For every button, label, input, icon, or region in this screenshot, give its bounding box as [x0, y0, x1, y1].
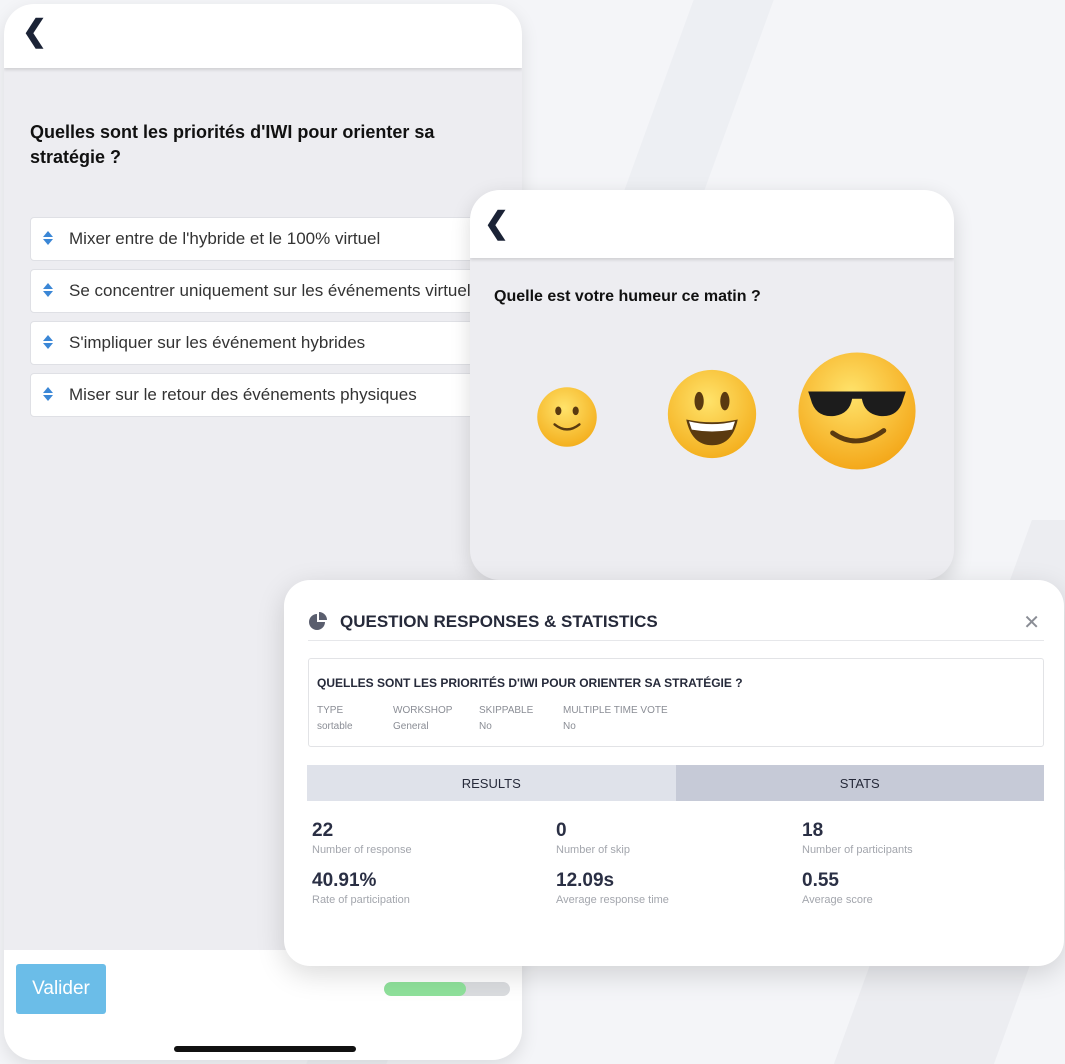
- mood-header: ❮: [470, 190, 954, 258]
- stat-average-score: 0.55 Average score: [802, 870, 873, 906]
- sortable-option[interactable]: S'impliquer sur les événement hybrides: [30, 321, 522, 365]
- back-chevron-icon[interactable]: ❮: [484, 206, 509, 241]
- stat-label: Number of participants: [802, 844, 913, 856]
- modal-title: QUESTION RESPONSES & STATISTICS: [340, 612, 658, 631]
- stat-value: 22: [312, 820, 334, 841]
- sort-handle-icon[interactable]: [43, 229, 53, 249]
- option-label: Se concentrer uniquement sur les événeme…: [69, 281, 480, 300]
- stat-label: Number of skip: [556, 844, 630, 856]
- meta-workshop: WORKSHOP General: [393, 703, 452, 735]
- stat-skips: 0 Number of skip: [556, 820, 630, 856]
- stat-value: 0: [556, 820, 567, 841]
- sortable-option[interactable]: Mixer entre de l'hybride et le 100% virt…: [30, 217, 522, 261]
- stat-label: Rate of participation: [312, 894, 410, 906]
- meta-key: TYPE: [317, 705, 344, 716]
- sortable-option[interactable]: Se concentrer uniquement sur les événeme…: [30, 269, 522, 313]
- question-title: QUELLES SONT LES PRIORITÉS D'IWI POUR OR…: [317, 676, 743, 690]
- sort-handle-icon[interactable]: [43, 333, 53, 353]
- stat-responses: 22 Number of response: [312, 820, 412, 856]
- meta-key: MULTIPLE TIME VOTE: [563, 705, 668, 716]
- stat-value: 0.55: [802, 870, 839, 891]
- sortable-option[interactable]: Miser sur le retour des événements physi…: [30, 373, 522, 417]
- meta-type: TYPE sortable: [317, 703, 353, 735]
- poll-footer: Valider: [4, 950, 522, 1060]
- meta-key: SKIPPABLE: [479, 705, 534, 716]
- option-label: S'impliquer sur les événement hybrides: [69, 333, 366, 352]
- progress-bar: [384, 982, 510, 996]
- stat-value: 40.91%: [312, 870, 377, 891]
- poll-question: Quelles sont les priorités d'IWI pour or…: [30, 122, 435, 167]
- meta-value: No: [563, 721, 576, 732]
- sunglasses-face-icon[interactable]: [796, 350, 918, 472]
- meta-key: WORKSHOP: [393, 705, 453, 716]
- stat-value: 18: [802, 820, 824, 841]
- question-info-box: QUELLES SONT LES PRIORITÉS D'IWI POUR OR…: [308, 658, 1044, 747]
- stat-participants: 18 Number of participants: [802, 820, 913, 856]
- stat-label: Average response time: [556, 894, 669, 906]
- home-indicator: [174, 1046, 356, 1052]
- results-stats-tabs: RESULTS STATS: [307, 765, 1044, 801]
- question-statistics-modal: QUESTION RESPONSES & STATISTICS ✕ QUELLE…: [284, 580, 1064, 966]
- meta-value: sortable: [317, 721, 353, 732]
- back-chevron-icon[interactable]: ❮: [22, 14, 47, 49]
- stat-participation-rate: 40.91% Rate of participation: [312, 870, 410, 906]
- submit-button[interactable]: Valider: [16, 964, 106, 1014]
- mood-question: Quelle est votre humeur ce matin ?: [494, 288, 761, 305]
- meta-value: General: [393, 721, 429, 732]
- stat-label: Number of response: [312, 844, 412, 856]
- close-icon[interactable]: ✕: [1023, 610, 1040, 635]
- sortable-options-list: Mixer entre de l'hybride et le 100% virt…: [30, 217, 522, 425]
- meta-multiple-vote: MULTIPLE TIME VOTE No: [563, 703, 668, 735]
- tab-stats[interactable]: STATS: [675, 765, 1044, 801]
- sort-handle-icon[interactable]: [43, 385, 53, 405]
- stat-response-time: 12.09s Average response time: [556, 870, 669, 906]
- meta-value: No: [479, 721, 492, 732]
- stat-value: 12.09s: [556, 870, 615, 891]
- tab-results[interactable]: RESULTS: [307, 765, 676, 801]
- grinning-face-icon[interactable]: [666, 368, 758, 460]
- divider: [308, 640, 1044, 641]
- meta-skippable: SKIPPABLE No: [479, 703, 533, 735]
- sort-handle-icon[interactable]: [43, 281, 53, 301]
- pie-chart-icon: [309, 612, 327, 630]
- progress-bar-fill: [384, 982, 466, 996]
- mood-poll-screen: ❮ Quelle est votre humeur ce matin ?: [470, 190, 954, 580]
- poll-header: ❮: [4, 4, 522, 68]
- option-label: Mixer entre de l'hybride et le 100% virt…: [69, 229, 381, 248]
- slightly-smiling-face-icon[interactable]: [536, 386, 598, 448]
- stat-label: Average score: [802, 894, 873, 906]
- option-label: Miser sur le retour des événements physi…: [69, 385, 417, 404]
